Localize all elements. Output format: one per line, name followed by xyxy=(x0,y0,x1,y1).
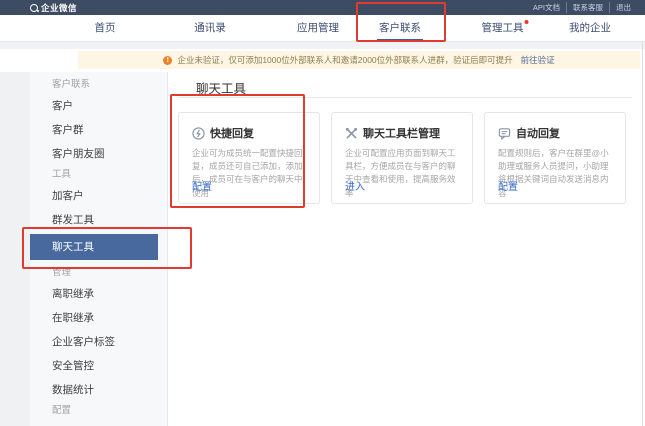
enter-chat-toolbar-link[interactable]: 进入 xyxy=(345,178,365,193)
right-edge-line xyxy=(642,42,643,426)
tab-app-management[interactable]: 应用管理 xyxy=(297,15,339,42)
tab-management-tools[interactable]: 管理工具 xyxy=(482,15,529,42)
sidebar-item-group-message[interactable]: 群发工具 xyxy=(30,208,167,232)
sidebar-header-management: 管理 xyxy=(52,267,72,278)
wework-logo-icon xyxy=(30,3,39,12)
page-title: 聊天工具 xyxy=(196,82,247,96)
sidebar-header-config: 配置 xyxy=(52,405,72,416)
main-nav: 首页 通讯录 应用管理 客户联系 管理工具 我的企业 xyxy=(0,15,645,42)
active-tab-underline xyxy=(377,38,423,41)
tab-contacts[interactable]: 通讯录 xyxy=(194,15,226,42)
sidebar-item-security-control[interactable]: 安全管控 xyxy=(30,354,167,378)
verification-notice: 企业未验证，仅可添加1000位外部联系人和邀请2000位外部联系人进群，验证后即… xyxy=(78,51,640,69)
card-title: 自动回复 xyxy=(516,128,560,140)
sidebar-item-customer-moments[interactable]: 客户朋友圈 xyxy=(30,142,167,166)
sidebar-item-chat-tools[interactable]: 聊天工具 xyxy=(30,234,158,260)
sidebar-header-customer-contact: 客户联系 xyxy=(52,79,91,90)
chat-toolbar-card: 聊天工具栏管理 企业可配置应用页面到聊天工具栏，方便成员在与客户的聊天中查看和使… xyxy=(331,112,473,204)
notice-text: 企业未验证，仅可添加1000位外部联系人和邀请2000位外部联系人进群，验证后即… xyxy=(177,55,513,65)
sidebar-item-customer-tags[interactable]: 企业客户标签 xyxy=(30,330,167,354)
go-verify-link[interactable]: 前往验证 xyxy=(521,54,555,66)
card-head: 快捷回复 xyxy=(192,125,306,141)
sidebar-item-customers[interactable]: 客户 xyxy=(30,94,167,118)
title-divider xyxy=(178,97,632,98)
left-gutter xyxy=(0,72,30,426)
brand: 企业微信 xyxy=(30,2,77,14)
sidebar-item-statistics[interactable]: 数据统计 xyxy=(30,378,167,402)
auto-reply-icon xyxy=(498,127,511,140)
api-docs-link[interactable]: API文档 xyxy=(527,2,566,13)
sidebar-item-add-customer[interactable]: 加客户 xyxy=(30,184,167,208)
contact-support-link[interactable]: 联系客服 xyxy=(566,2,609,13)
tab-management-tools-label: 管理工具 xyxy=(481,22,524,34)
notification-dot xyxy=(524,20,529,24)
topbar-links: API文档 联系客服 退出 xyxy=(527,2,637,13)
card-title: 快捷回复 xyxy=(210,128,254,140)
warning-icon xyxy=(163,55,173,65)
sidebar-header-tools: 工具 xyxy=(52,169,72,180)
quick-reply-card: 快捷回复 企业可为成员统一配置快捷回复，成员还可自己添加，添加后，成员可在与客户… xyxy=(178,112,320,204)
top-bar: 企业微信 API文档 联系客服 退出 xyxy=(0,0,645,15)
card-head: 聊天工具栏管理 xyxy=(345,125,459,141)
sidebar-item-resigned-inherit[interactable]: 离职继承 xyxy=(30,282,167,306)
logout-link[interactable]: 退出 xyxy=(609,2,637,13)
card-title: 聊天工具栏管理 xyxy=(363,128,440,140)
wework-admin-page: 企业微信 API文档 联系客服 退出 首页 通讯录 应用管理 客户联系 管理工具… xyxy=(0,0,645,426)
nav-divider-band xyxy=(0,42,645,49)
brand-name: 企业微信 xyxy=(41,2,78,13)
sidebar-item-customer-groups[interactable]: 客户群 xyxy=(30,118,167,142)
tab-my-company[interactable]: 我的企业 xyxy=(569,15,611,42)
configure-quick-reply-link[interactable]: 配置 xyxy=(192,178,212,193)
auto-reply-card: 自动回复 配置规则后，客户在群里@小助理或服务人员提问，小助理将根据关键词自动发… xyxy=(484,112,626,204)
sidebar: 客户联系 客户 客户群 客户朋友圈 工具 加客户 群发工具 聊天工具 管理 离职… xyxy=(30,72,168,426)
configure-auto-reply-link[interactable]: 配置 xyxy=(498,178,518,193)
quick-reply-icon xyxy=(192,126,205,140)
sidebar-item-onjob-inherit[interactable]: 在职继承 xyxy=(30,306,167,330)
tab-home[interactable]: 首页 xyxy=(95,15,116,42)
chat-toolbar-icon xyxy=(345,127,358,138)
card-head: 自动回复 xyxy=(498,125,612,141)
